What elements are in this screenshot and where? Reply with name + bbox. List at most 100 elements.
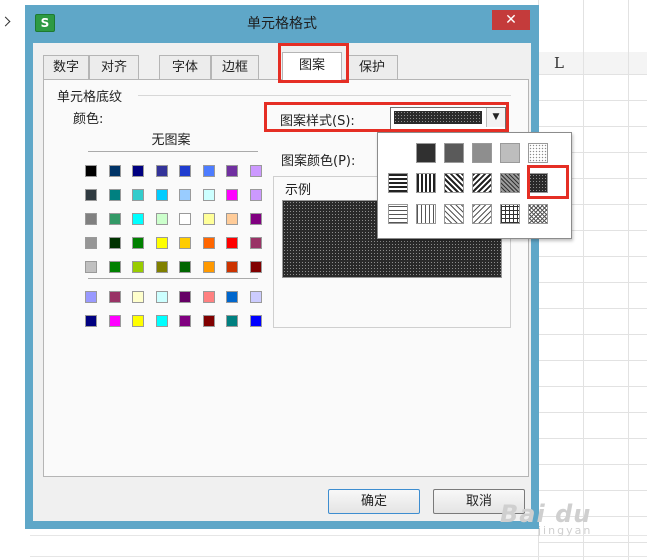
color-swatch[interactable] bbox=[85, 315, 97, 327]
color-swatch[interactable] bbox=[179, 189, 191, 201]
no-pattern-option[interactable]: 无图案 bbox=[81, 129, 261, 148]
pattern-option-horizontal-thick[interactable] bbox=[388, 173, 408, 193]
color-swatch[interactable] bbox=[85, 165, 97, 177]
grid-row-line bbox=[538, 360, 647, 361]
grid-row-line bbox=[538, 126, 647, 127]
color-swatch[interactable] bbox=[85, 189, 97, 201]
pattern-option-horizontal-thin[interactable] bbox=[388, 204, 408, 224]
dropdown-arrow-icon[interactable]: ▼ bbox=[486, 108, 505, 127]
color-swatch[interactable] bbox=[249, 261, 262, 273]
color-swatch[interactable] bbox=[179, 165, 191, 177]
color-swatch[interactable] bbox=[108, 237, 121, 249]
color-swatch[interactable] bbox=[85, 237, 97, 249]
color-swatch[interactable] bbox=[155, 165, 168, 177]
color-swatch[interactable] bbox=[132, 315, 144, 327]
color-swatch[interactable] bbox=[155, 189, 168, 201]
title-bar[interactable]: S 单元格格式 ✕ bbox=[25, 5, 539, 37]
color-swatch[interactable] bbox=[155, 315, 168, 327]
color-swatch[interactable] bbox=[132, 213, 144, 225]
color-swatch[interactable] bbox=[132, 261, 144, 273]
pattern-style-select[interactable]: ▼ bbox=[390, 107, 506, 130]
color-swatch[interactable] bbox=[85, 213, 97, 225]
color-swatch[interactable] bbox=[179, 261, 191, 273]
pattern-option-dark-gray[interactable] bbox=[444, 143, 464, 163]
color-swatch[interactable] bbox=[249, 291, 262, 303]
pattern-option-diagonal-up-thick[interactable] bbox=[472, 173, 492, 193]
color-swatch[interactable] bbox=[226, 165, 238, 177]
pattern-option-light-gray[interactable] bbox=[500, 143, 520, 163]
close-icon: ✕ bbox=[505, 12, 517, 28]
pattern-style-label: 图案样式(S): bbox=[280, 114, 355, 129]
close-button[interactable]: ✕ bbox=[492, 10, 530, 30]
color-swatch[interactable] bbox=[179, 213, 191, 225]
color-swatch[interactable] bbox=[226, 237, 238, 249]
color-swatch[interactable] bbox=[202, 237, 215, 249]
color-swatch[interactable] bbox=[249, 237, 262, 249]
pattern-option-vertical-thin[interactable] bbox=[416, 204, 436, 224]
color-swatch[interactable] bbox=[132, 189, 144, 201]
pattern-option-crosshatch-thin[interactable] bbox=[528, 204, 548, 224]
tab-pattern[interactable]: 图案 bbox=[282, 52, 342, 82]
color-swatch[interactable] bbox=[249, 189, 262, 201]
color-swatch[interactable] bbox=[179, 315, 191, 327]
tab-protection[interactable]: 保护 bbox=[346, 55, 398, 79]
color-swatch[interactable] bbox=[108, 291, 121, 303]
color-swatch[interactable] bbox=[202, 189, 215, 201]
pattern-option-solid[interactable] bbox=[416, 143, 436, 163]
pattern-option-grid-thick[interactable] bbox=[500, 173, 520, 193]
pattern-option-diagonal-down-thick[interactable] bbox=[444, 173, 464, 193]
color-swatch[interactable] bbox=[202, 261, 215, 273]
color-swatch[interactable] bbox=[249, 315, 262, 327]
color-swatch[interactable] bbox=[202, 291, 215, 303]
column-header-l[interactable]: L bbox=[554, 54, 564, 72]
color-swatch[interactable] bbox=[155, 261, 168, 273]
color-swatch[interactable] bbox=[108, 189, 121, 201]
tab-border[interactable]: 边框 bbox=[211, 55, 259, 79]
color-swatch[interactable] bbox=[132, 291, 144, 303]
color-swatch[interactable] bbox=[202, 213, 215, 225]
color-swatch[interactable] bbox=[226, 261, 238, 273]
color-swatch[interactable] bbox=[108, 261, 121, 273]
color-swatch[interactable] bbox=[202, 165, 215, 177]
color-swatch[interactable] bbox=[108, 165, 121, 177]
color-swatch[interactable] bbox=[132, 165, 144, 177]
color-swatch[interactable] bbox=[108, 213, 121, 225]
color-swatch[interactable] bbox=[226, 291, 238, 303]
tab-font[interactable]: 字体 bbox=[159, 55, 211, 79]
pattern-option-grid-thin[interactable] bbox=[500, 204, 520, 224]
color-swatch[interactable] bbox=[108, 315, 121, 327]
color-swatch[interactable] bbox=[155, 237, 168, 249]
tab-alignment[interactable]: 对齐 bbox=[89, 55, 139, 79]
color-swatch[interactable] bbox=[202, 315, 215, 327]
color-swatch[interactable] bbox=[249, 213, 262, 225]
pattern-option-diagonal-up-thin[interactable] bbox=[472, 204, 492, 224]
color-swatch[interactable] bbox=[155, 213, 168, 225]
pattern-option-diagonal-down-thin[interactable] bbox=[444, 204, 464, 224]
pattern-option-dense-dot[interactable] bbox=[528, 173, 548, 193]
color-swatch[interactable] bbox=[249, 165, 262, 177]
grid-row-line bbox=[538, 334, 647, 335]
color-swatch[interactable] bbox=[226, 315, 238, 327]
color-swatch[interactable] bbox=[85, 261, 97, 273]
color-swatch[interactable] bbox=[226, 213, 238, 225]
color-swatch[interactable] bbox=[179, 291, 191, 303]
color-swatch[interactable] bbox=[226, 189, 238, 201]
pattern-option-medium-gray[interactable] bbox=[472, 143, 492, 163]
tab-number[interactable]: 数字 bbox=[43, 55, 89, 79]
color-swatch[interactable] bbox=[155, 291, 168, 303]
grid-row-line bbox=[538, 282, 647, 283]
color-swatch[interactable] bbox=[179, 237, 191, 249]
pattern-option-gray-12[interactable] bbox=[528, 143, 548, 163]
cell-shading-group-title: 单元格底纹 bbox=[57, 90, 123, 105]
watermark-sub: jingyan bbox=[538, 524, 593, 537]
grid-row-line bbox=[30, 556, 647, 557]
grid-row-line bbox=[538, 256, 647, 257]
grid-row-line bbox=[538, 74, 647, 75]
ok-button[interactable]: 确定 bbox=[328, 489, 420, 514]
no-pattern-divider bbox=[88, 151, 258, 152]
pattern-option-vertical-thick[interactable] bbox=[416, 173, 436, 193]
color-swatch[interactable] bbox=[132, 237, 144, 249]
color-swatch[interactable] bbox=[85, 291, 97, 303]
pattern-color-label: 图案颜色(P): bbox=[281, 154, 356, 169]
grid-col-line bbox=[583, 0, 584, 560]
